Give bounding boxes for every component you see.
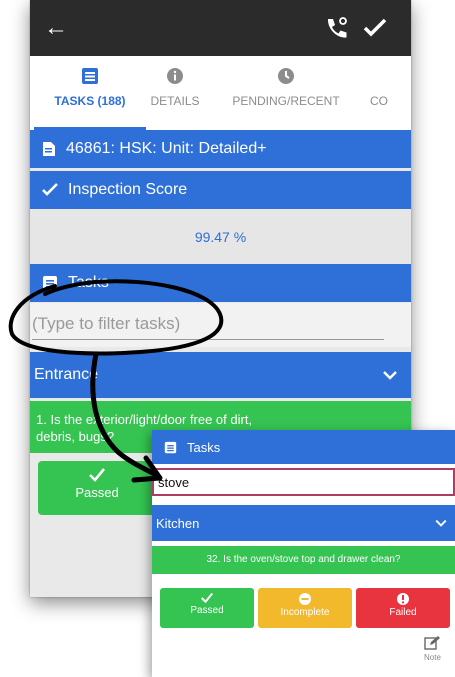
tab-truncated[interactable]: CO	[370, 56, 410, 130]
passed-button[interactable]: Passed	[38, 461, 156, 515]
inset-passed-button[interactable]: Passed	[160, 588, 254, 628]
filter-container	[30, 303, 411, 347]
inset-passed-label: Passed	[190, 605, 224, 616]
phone-call-icon[interactable]	[320, 13, 350, 43]
tab-bar: TASKS (188) DETAILS PENDING/RECENT CO	[30, 56, 411, 131]
inset-failed-label: Failed	[389, 607, 417, 618]
inset-note-button[interactable]: Note	[424, 635, 441, 662]
inset-search-input[interactable]	[152, 468, 455, 496]
check-icon	[201, 592, 214, 604]
app-toolbar: ←	[30, 0, 411, 56]
tab-details-label: DETAILS	[150, 94, 200, 108]
inset-question-text: 32. Is the oven/stove top and drawer cle…	[206, 554, 401, 565]
inset-tasks-header: Tasks	[152, 430, 455, 464]
inspection-header: 46861: HSK: Unit: Detailed+	[30, 130, 411, 168]
inset-question-item[interactable]: 32. Is the oven/stove top and drawer cle…	[152, 546, 455, 574]
list-icon	[164, 441, 177, 454]
tab-tasks[interactable]: TASKS (188)	[34, 56, 146, 130]
inset-failed-button[interactable]: Failed	[356, 588, 450, 628]
tab-pending-label: PENDING/RECENT	[232, 94, 340, 108]
tab-details[interactable]: DETAILS	[144, 56, 206, 130]
tasks-header: Tasks	[30, 264, 411, 302]
inspection-score-header: Inspection Score	[30, 171, 411, 209]
inspection-title: 46861: HSK: Unit: Detailed+	[66, 140, 267, 157]
filter-tasks-input[interactable]	[32, 309, 384, 340]
clock-icon	[278, 68, 294, 84]
inset-incomplete-label: Incomplete	[280, 607, 330, 618]
tab-pending-recent[interactable]: PENDING/RECENT	[224, 56, 348, 130]
document-icon	[42, 141, 56, 157]
inspection-score-value: 99.47 %	[30, 210, 411, 264]
inset-category-label: Kitchen	[156, 515, 200, 531]
alert-circle-icon	[397, 593, 409, 605]
tab-truncated-label: CO	[370, 94, 388, 108]
check-icon	[42, 183, 58, 197]
inset-incomplete-button[interactable]: Incomplete	[258, 588, 352, 628]
filtered-results-inset: Tasks Kitchen 32. Is the oven/stove top …	[152, 430, 455, 677]
minus-circle-icon	[299, 593, 311, 605]
save-check-icon[interactable]	[360, 13, 390, 43]
category-entrance[interactable]: Entrance	[30, 352, 411, 398]
passed-label: Passed	[75, 485, 119, 500]
inset-tasks-title: Tasks	[187, 439, 221, 455]
tab-tasks-label: TASKS (188)	[54, 94, 126, 108]
chevron-down-icon	[435, 519, 447, 527]
inspection-score-label: Inspection Score	[68, 181, 188, 198]
category-label: Entrance	[34, 366, 99, 383]
inset-note-label: Note	[424, 653, 441, 662]
back-arrow-icon[interactable]: ←	[44, 14, 68, 42]
edit-note-icon	[424, 636, 441, 650]
list-icon	[42, 275, 58, 291]
list-icon	[82, 68, 98, 84]
info-icon	[167, 68, 183, 84]
category-kitchen[interactable]: Kitchen	[152, 505, 455, 541]
chevron-down-icon	[383, 371, 397, 380]
tasks-header-title: Tasks	[68, 274, 109, 291]
check-icon	[89, 468, 106, 482]
